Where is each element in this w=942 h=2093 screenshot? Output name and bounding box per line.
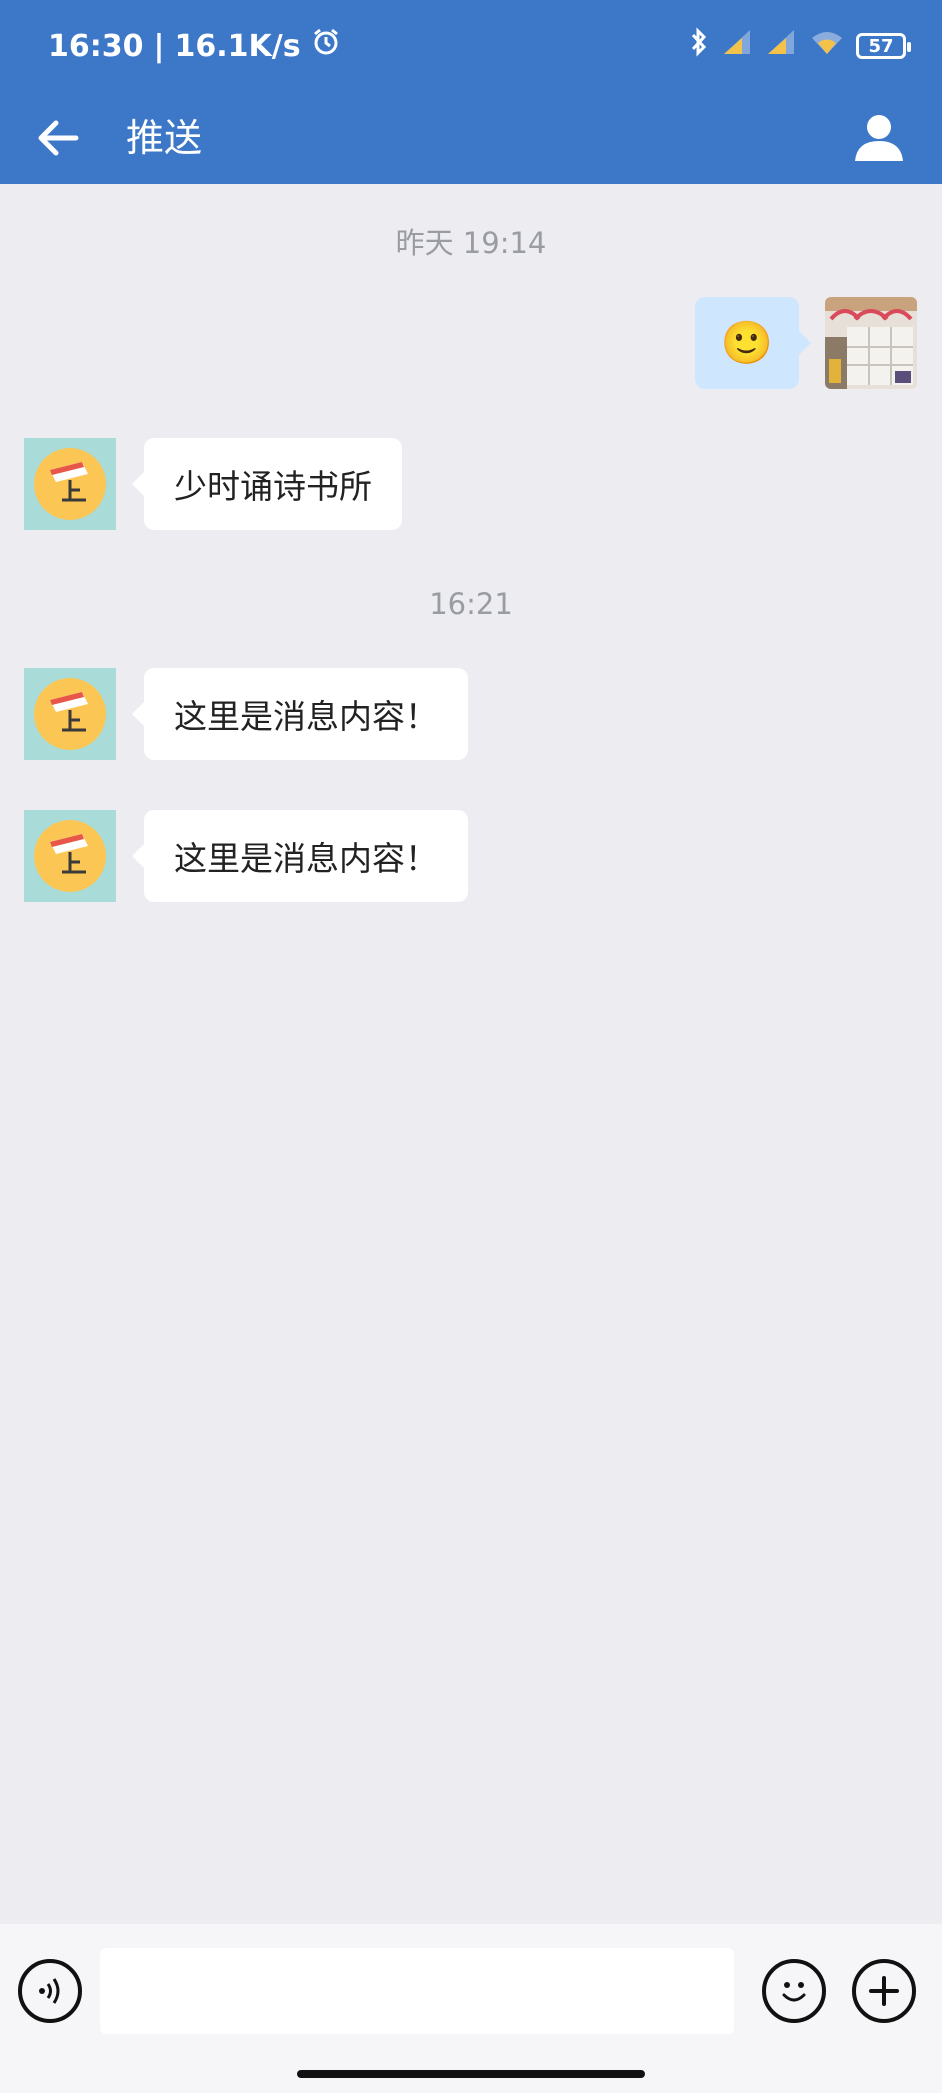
- signal-icon: [722, 28, 754, 64]
- incoming-message-bubble[interactable]: 少时诵诗书所: [132, 438, 402, 530]
- status-left: 16:30 | 16.1K/s: [48, 27, 341, 65]
- bluetooth-icon: [688, 26, 710, 66]
- emoji-button[interactable]: [762, 1959, 826, 2023]
- contact-avatar[interactable]: [24, 438, 116, 530]
- contact-avatar[interactable]: [24, 810, 116, 902]
- incoming-message-bubble[interactable]: 这里是消息内容！: [132, 810, 468, 902]
- arrow-left-icon: [38, 120, 79, 156]
- message-text: 这里是消息内容！: [174, 697, 438, 736]
- wifi-icon: [810, 29, 844, 64]
- message-text: 这里是消息内容！: [174, 839, 438, 878]
- status-time: 16:30: [48, 28, 144, 64]
- contact-avatar[interactable]: [24, 668, 116, 760]
- status-bar: 16:30 | 16.1K/s 57: [0, 0, 942, 92]
- profile-button[interactable]: [846, 104, 912, 170]
- emoji: 🙂: [720, 318, 774, 367]
- status-separator: |: [153, 28, 165, 64]
- network-speed: 16.1K/s: [174, 28, 301, 64]
- message-input[interactable]: [100, 1948, 734, 2034]
- smiley-icon: [782, 1982, 806, 2002]
- outgoing-message-bubble[interactable]: 🙂: [695, 297, 811, 389]
- voice-icon: [39, 1978, 60, 2004]
- signal-icon-2: [766, 28, 798, 64]
- timestamp: 16:21: [429, 587, 513, 621]
- page-title: 推送: [126, 116, 203, 160]
- message-text: 少时诵诗书所: [174, 467, 372, 506]
- plus-icon: [869, 1976, 899, 2006]
- incoming-message-bubble[interactable]: 这里是消息内容！: [132, 668, 468, 760]
- back-button[interactable]: [26, 106, 90, 170]
- my-avatar[interactable]: [825, 297, 917, 389]
- timestamp: 昨天 19:14: [395, 226, 547, 260]
- status-right: 57: [688, 26, 911, 66]
- battery-icon: 57: [856, 33, 911, 59]
- home-indicator[interactable]: [297, 2070, 645, 2078]
- input-bar: [0, 1924, 942, 2093]
- alarm-icon: [311, 27, 341, 65]
- title-bar: 推送: [0, 92, 942, 184]
- voice-button[interactable]: [18, 1959, 82, 2023]
- person-icon: [855, 115, 903, 161]
- app-header: 16:30 | 16.1K/s 57 推送: [0, 0, 942, 184]
- add-button[interactable]: [852, 1959, 916, 2023]
